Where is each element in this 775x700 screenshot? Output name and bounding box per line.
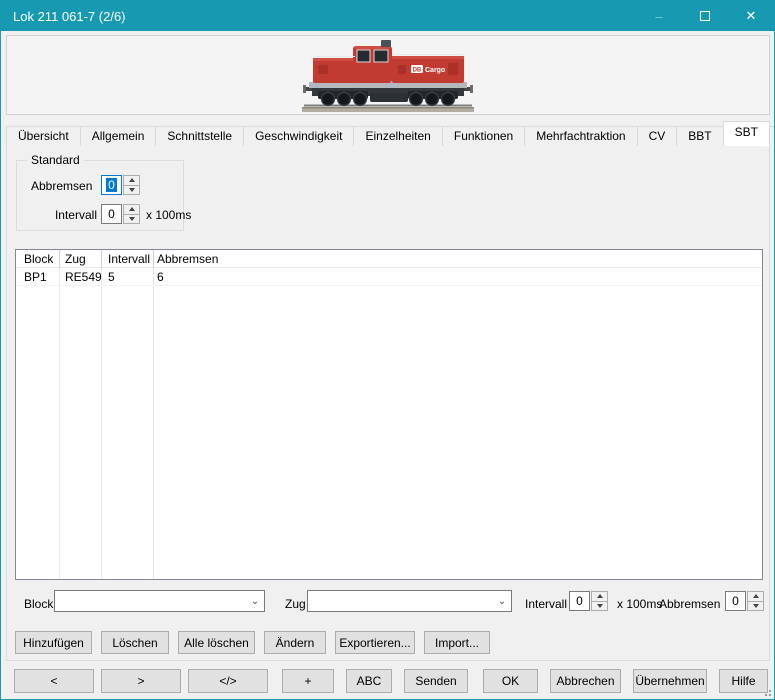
tab-allgemein[interactable]: Allgemein bbox=[80, 126, 157, 146]
table-row[interactable]: BP1 RE549 5 6 bbox=[16, 268, 762, 286]
column-header-intervall[interactable]: Intervall bbox=[101, 250, 153, 268]
alle-loeschen-button[interactable]: Alle löschen bbox=[178, 631, 255, 654]
resize-grip[interactable] bbox=[762, 687, 772, 697]
maximize-button[interactable] bbox=[682, 1, 728, 31]
minimize-icon: – bbox=[655, 9, 662, 24]
column-divider bbox=[59, 250, 60, 579]
next-loco-button[interactable]: > bbox=[101, 669, 181, 693]
window-title: Lok 211 061-7 (2/6) bbox=[1, 9, 636, 24]
code-view-button[interactable]: </> bbox=[188, 669, 268, 693]
entry-intervall-spinner: 0 bbox=[569, 591, 608, 611]
entry-intervall-input[interactable]: 0 bbox=[569, 591, 590, 611]
standard-group-title: Standard bbox=[27, 153, 84, 167]
entry-abbremsen-spinner: 0 bbox=[725, 591, 764, 611]
column-header-zug[interactable]: Zug bbox=[59, 250, 101, 268]
zug-combobox[interactable]: ⌄ bbox=[307, 590, 512, 612]
block-combobox[interactable]: ⌄ bbox=[54, 590, 265, 612]
chevron-down-icon[interactable]: ⌄ bbox=[493, 596, 511, 607]
cell-intervall: 5 bbox=[101, 268, 153, 286]
tab-cv[interactable]: CV bbox=[637, 126, 678, 146]
exportieren-button[interactable]: Exportieren... bbox=[335, 631, 415, 654]
locomotive-image-panel: DB Cargo bbox=[6, 35, 770, 115]
spin-up-icon bbox=[597, 594, 603, 598]
close-icon: ✕ bbox=[746, 8, 757, 24]
abbrechen-button[interactable]: Abbrechen bbox=[550, 669, 621, 693]
tab-mehrfachtraktion[interactable]: Mehrfachtraktion bbox=[524, 126, 637, 146]
abbremsen-spinner: 0 bbox=[101, 175, 140, 195]
column-divider bbox=[101, 250, 102, 579]
hilfe-button[interactable]: Hilfe bbox=[719, 669, 768, 693]
entry-abbremsen-spin-down-button[interactable] bbox=[747, 601, 764, 612]
ok-button[interactable]: OK bbox=[483, 669, 538, 693]
header-divider bbox=[101, 250, 102, 268]
spin-up-icon bbox=[129, 207, 135, 211]
entry-intervall-spin-down-button[interactable] bbox=[591, 601, 608, 612]
tab-bbt[interactable]: BBT bbox=[676, 126, 723, 146]
spin-up-icon bbox=[129, 178, 135, 182]
tab-geschwindigkeit[interactable]: Geschwindigkeit bbox=[243, 126, 354, 146]
locomotive-illustration: DB Cargo bbox=[298, 37, 478, 115]
loeschen-button[interactable]: Löschen bbox=[101, 631, 169, 654]
column-header-abbremsen[interactable]: Abbremsen bbox=[153, 250, 762, 268]
close-button[interactable]: ✕ bbox=[728, 1, 774, 31]
entry-zug-label: Zug bbox=[285, 593, 306, 615]
maximize-icon bbox=[700, 11, 710, 21]
table-header: Block Zug Intervall Abbremsen bbox=[16, 250, 762, 268]
spin-down-icon bbox=[129, 188, 135, 192]
uebernehmen-button[interactable]: Übernehmen bbox=[633, 669, 707, 693]
entry-abbremsen-label: Abbremsen bbox=[659, 593, 720, 615]
abbremsen-spin-down-button[interactable] bbox=[123, 185, 140, 196]
column-divider bbox=[153, 250, 154, 579]
locomotive-image: DB Cargo bbox=[298, 37, 478, 118]
header-divider bbox=[153, 250, 154, 268]
entry-block-label: Block bbox=[24, 593, 53, 615]
cell-zug: RE549 bbox=[59, 268, 101, 286]
import-button[interactable]: Import... bbox=[424, 631, 490, 654]
action-button-row: Hinzufügen Löschen Alle löschen Ändern E… bbox=[15, 631, 490, 654]
header-divider bbox=[59, 250, 60, 268]
cell-abbremsen: 6 bbox=[153, 268, 762, 286]
cell-block: BP1 bbox=[16, 268, 59, 286]
tab-einzelheiten[interactable]: Einzelheiten bbox=[353, 126, 442, 146]
intervall-spinner: 0 bbox=[101, 204, 140, 224]
minimize-button[interactable]: – bbox=[636, 1, 682, 31]
block-table[interactable]: Block Zug Intervall Abbremsen BP1 RE549 … bbox=[15, 249, 763, 580]
db-logo-text: DB bbox=[413, 67, 422, 73]
sbt-tab-page: Standard Abbremsen 0 Intervall 0 x 100ms bbox=[6, 145, 770, 661]
spin-down-icon bbox=[597, 604, 603, 608]
tab-uebersicht[interactable]: Übersicht bbox=[6, 126, 81, 146]
hinzufuegen-button[interactable]: Hinzufügen bbox=[15, 631, 92, 654]
entry-abbremsen-input[interactable]: 0 bbox=[725, 591, 746, 611]
tab-schnittstelle[interactable]: Schnittstelle bbox=[155, 126, 244, 146]
tab-sbt[interactable]: SBT bbox=[723, 121, 770, 146]
standard-groupbox: Standard Abbremsen 0 Intervall 0 x 100ms bbox=[16, 160, 184, 231]
entry-intervall-unit-label: x 100ms bbox=[617, 593, 662, 615]
previous-loco-button[interactable]: < bbox=[14, 669, 94, 693]
spin-down-icon bbox=[129, 217, 135, 221]
intervall-unit-label: x 100ms bbox=[146, 208, 191, 222]
intervall-spinner-input[interactable]: 0 bbox=[101, 204, 122, 224]
spin-down-icon bbox=[753, 604, 759, 608]
intervall-spin-down-button[interactable] bbox=[123, 214, 140, 225]
spin-up-icon bbox=[753, 594, 759, 598]
abbremsen-spinner-input[interactable]: 0 bbox=[101, 175, 122, 195]
chevron-down-icon[interactable]: ⌄ bbox=[246, 596, 264, 607]
cargo-logo-text: Cargo bbox=[425, 67, 445, 74]
entry-intervall-label: Intervall bbox=[525, 593, 567, 615]
intervall-label: Intervall bbox=[31, 208, 97, 222]
senden-button[interactable]: Senden bbox=[404, 669, 468, 693]
plus-button[interactable]: + bbox=[282, 669, 334, 693]
titlebar: Lok 211 061-7 (2/6) – ✕ bbox=[1, 1, 774, 31]
tab-strip: Übersicht Allgemein Schnittstelle Geschw… bbox=[6, 121, 775, 146]
abbremsen-label: Abbremsen bbox=[31, 179, 92, 193]
column-header-block[interactable]: Block bbox=[16, 250, 59, 268]
abc-button[interactable]: ABC bbox=[346, 669, 392, 693]
aendern-button[interactable]: Ändern bbox=[264, 631, 326, 654]
tab-funktionen[interactable]: Funktionen bbox=[442, 126, 525, 146]
lok-dialog-window: Lok 211 061-7 (2/6) – ✕ bbox=[0, 0, 775, 700]
dialog-button-bar: < > </> + ABC Senden OK Abbrechen Überne… bbox=[1, 667, 775, 695]
